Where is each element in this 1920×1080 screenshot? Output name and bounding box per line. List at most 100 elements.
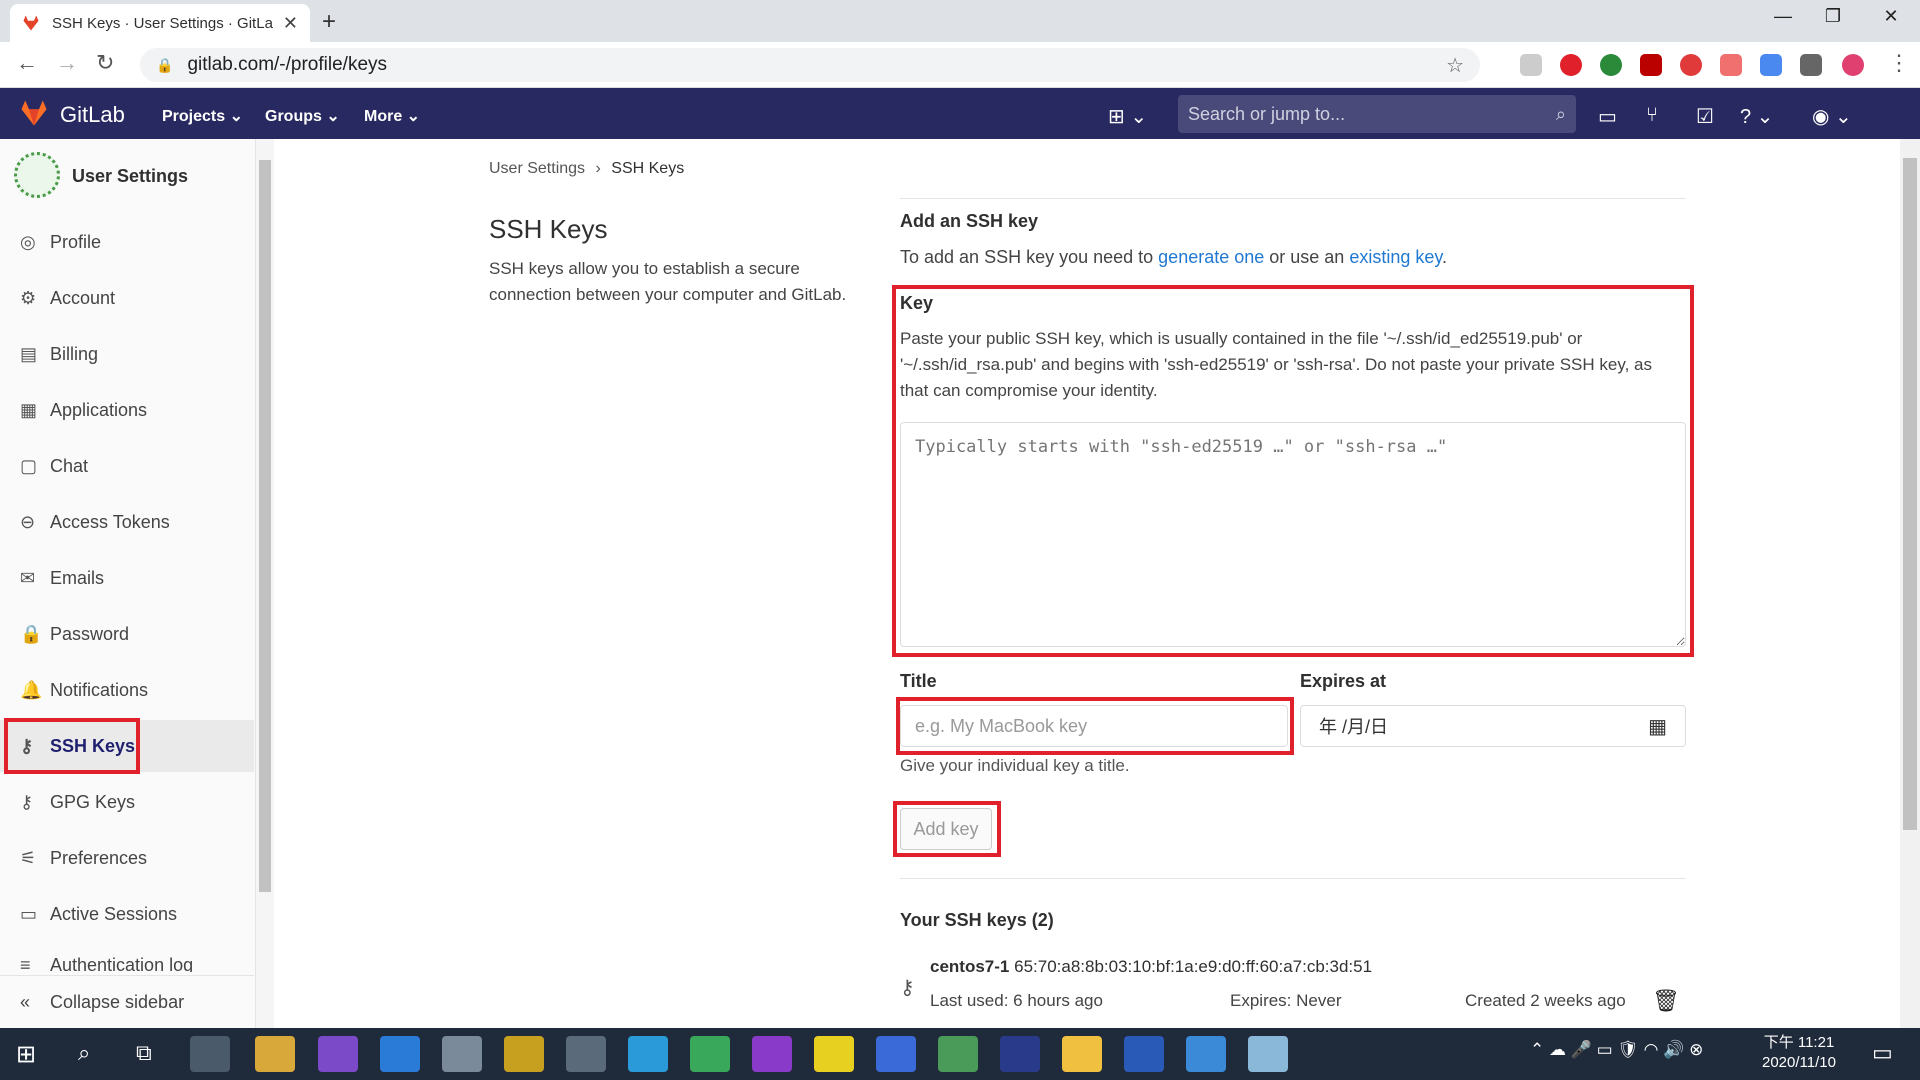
sidebar-item-notifications[interactable]: 🔔 Notifications: [0, 664, 254, 716]
devc-taskbar-icon[interactable]: [1000, 1036, 1040, 1072]
notifications-icon[interactable]: ▭: [1872, 1040, 1893, 1066]
search-icon[interactable]: ⌕: [78, 1040, 90, 1066]
extension-icon[interactable]: [1560, 54, 1582, 76]
extension-icon[interactable]: [1640, 54, 1662, 76]
gitlab-brand[interactable]: GitLab: [60, 102, 125, 128]
gitlab-logo-icon[interactable]: [18, 98, 50, 128]
windows-start-icon[interactable]: ⊞: [16, 1040, 36, 1069]
sidebar-item-account[interactable]: ⚙ Account: [0, 272, 254, 324]
search-input[interactable]: Search or jump to... ⌕: [1178, 95, 1576, 133]
user-avatar[interactable]: ◉ ⌄: [1812, 104, 1852, 129]
extension-icon[interactable]: [1520, 54, 1542, 76]
generate-link[interactable]: generate one: [1158, 247, 1264, 267]
close-window-icon[interactable]: ✕: [1868, 6, 1914, 27]
gitlab-favicon-icon: [23, 15, 39, 31]
sidebar-item-profile[interactable]: ◎ Profile: [0, 216, 254, 268]
puzzle-icon[interactable]: [1800, 54, 1822, 76]
url-text: gitlab.com/-/profile/keys: [187, 54, 388, 75]
existing-key-link[interactable]: existing key: [1349, 247, 1442, 267]
new-item-icon[interactable]: ⊞ ⌄: [1108, 104, 1147, 129]
menu-icon[interactable]: ⋮: [1888, 50, 1910, 76]
key-title[interactable]: centos7-1 65:70:a8:8b:03:10:bf:1a:e9:d0:…: [930, 957, 1372, 977]
chat-icon: ▢: [20, 455, 38, 476]
sidebar-item-emails[interactable]: ✉ Emails: [0, 552, 254, 604]
sidebar-item-access-tokens[interactable]: ⊖ Access Tokens: [0, 496, 254, 548]
nav-more[interactable]: More ⌄: [364, 106, 420, 126]
page-scrollbar-thumb[interactable]: [1903, 158, 1917, 830]
sidebar-item-password[interactable]: 🔒 Password: [0, 608, 254, 660]
todos-icon[interactable]: ☑: [1696, 104, 1714, 129]
back-icon[interactable]: ←: [16, 50, 38, 76]
word-taskbar-icon[interactable]: [1124, 1036, 1164, 1072]
taskbar-clock[interactable]: 下午 11:21 2020/11/10: [1762, 1033, 1836, 1073]
key-created: Created 2 weeks ago: [1465, 991, 1626, 1010]
vscode-taskbar-icon[interactable]: [380, 1036, 420, 1072]
key-icon: ⚷: [20, 791, 34, 812]
minimize-icon[interactable]: —: [1760, 6, 1806, 27]
email-icon: ✉: [20, 567, 36, 588]
app-taskbar-icon[interactable]: [1062, 1036, 1102, 1072]
merge-requests-icon[interactable]: ⑂: [1646, 104, 1658, 127]
sidebar-item-authentication-log[interactable]: ≡ Authentication log: [0, 944, 254, 972]
bell-icon: 🔔: [20, 679, 43, 700]
sidebar-item-active-sessions[interactable]: ▭ Active Sessions: [0, 888, 254, 940]
monitor-icon: ▭: [20, 903, 38, 924]
double-chevron-left-icon: «: [20, 991, 31, 1012]
delete-key-icon[interactable]: 🗑: [1652, 988, 1680, 1014]
title-label: Title: [900, 671, 937, 691]
virtualbox-taskbar-icon[interactable]: [566, 1036, 606, 1072]
extension-icon[interactable]: [1600, 54, 1622, 76]
explorer-taskbar-icon[interactable]: [255, 1036, 295, 1072]
extension-icon[interactable]: [1720, 54, 1742, 76]
breadcrumb-parent[interactable]: User Settings: [489, 160, 585, 177]
browser-tab[interactable]: SSH Keys · User Settings · GitLa ✕: [10, 4, 310, 42]
app-taskbar-icon[interactable]: [690, 1036, 730, 1072]
chevron-right-icon: ›: [595, 160, 601, 177]
extension-icon[interactable]: [1760, 54, 1782, 76]
app-taskbar-icon[interactable]: [504, 1036, 544, 1072]
extension-icon[interactable]: [1680, 54, 1702, 76]
app-taskbar-icon[interactable]: [1248, 1036, 1288, 1072]
app-taskbar-icon[interactable]: [876, 1036, 916, 1072]
onenote-taskbar-icon[interactable]: [752, 1036, 792, 1072]
forward-icon[interactable]: →: [56, 50, 78, 76]
visual-studio-taskbar-icon[interactable]: [318, 1036, 358, 1072]
expires-date-input[interactable]: 年 /月/日 ▦: [1300, 705, 1686, 747]
system-tray[interactable]: ⌃ ☁ 🎤 ▭ 🛡 ◠ 🔊 ⊗: [1530, 1040, 1703, 1060]
preferences-icon: ⚟: [20, 847, 37, 868]
reload-icon[interactable]: ↻: [96, 50, 114, 76]
app-taskbar-icon[interactable]: [442, 1036, 482, 1072]
sticky-notes-taskbar-icon[interactable]: [814, 1036, 854, 1072]
lock-icon: 🔒: [156, 56, 174, 73]
sidebar-item-billing[interactable]: ▤ Billing: [0, 328, 254, 380]
highlight-title-field: [896, 697, 1294, 755]
close-tab-icon[interactable]: ✕: [283, 13, 298, 34]
collapse-sidebar-button[interactable]: «Collapse sidebar: [0, 975, 254, 1028]
sidebar-title[interactable]: User Settings: [72, 166, 188, 187]
sidebar-item-chat[interactable]: ▢ Chat: [0, 440, 254, 492]
telegram-taskbar-icon[interactable]: [628, 1036, 668, 1072]
calendar-icon[interactable]: ▦: [1648, 714, 1667, 739]
app-taskbar-icon[interactable]: [1186, 1036, 1226, 1072]
task-view-icon[interactable]: ⧉: [136, 1040, 152, 1066]
nav-groups[interactable]: Groups ⌄: [265, 106, 340, 126]
billing-icon: ▤: [20, 343, 38, 364]
lock-icon: 🔒: [20, 623, 43, 644]
sidebar-scrollbar-thumb[interactable]: [259, 160, 271, 892]
new-tab-button[interactable]: +: [322, 8, 336, 36]
add-key-heading: Add an SSH key: [900, 211, 1039, 231]
app-taskbar-icon[interactable]: [938, 1036, 978, 1072]
sidebar-item-applications[interactable]: ▦ Applications: [0, 384, 254, 436]
sidebar-item-preferences[interactable]: ⚟ Preferences: [0, 832, 254, 884]
help-icon[interactable]: ? ⌄: [1740, 104, 1773, 129]
avatar[interactable]: [1842, 54, 1864, 76]
address-bar[interactable]: 🔒 gitlab.com/-/profile/keys ☆: [140, 48, 1480, 82]
nav-projects[interactable]: Projects ⌄: [162, 106, 243, 126]
issues-icon[interactable]: ▭: [1598, 104, 1617, 129]
chrome-taskbar-icon[interactable]: [190, 1036, 230, 1072]
star-icon[interactable]: ☆: [1446, 53, 1464, 78]
restore-icon[interactable]: ❐: [1810, 6, 1856, 27]
account-icon: ⚙: [20, 287, 37, 308]
sidebar-item-gpg-keys[interactable]: ⚷ GPG Keys: [0, 776, 254, 828]
breadcrumb-current[interactable]: SSH Keys: [611, 160, 684, 177]
